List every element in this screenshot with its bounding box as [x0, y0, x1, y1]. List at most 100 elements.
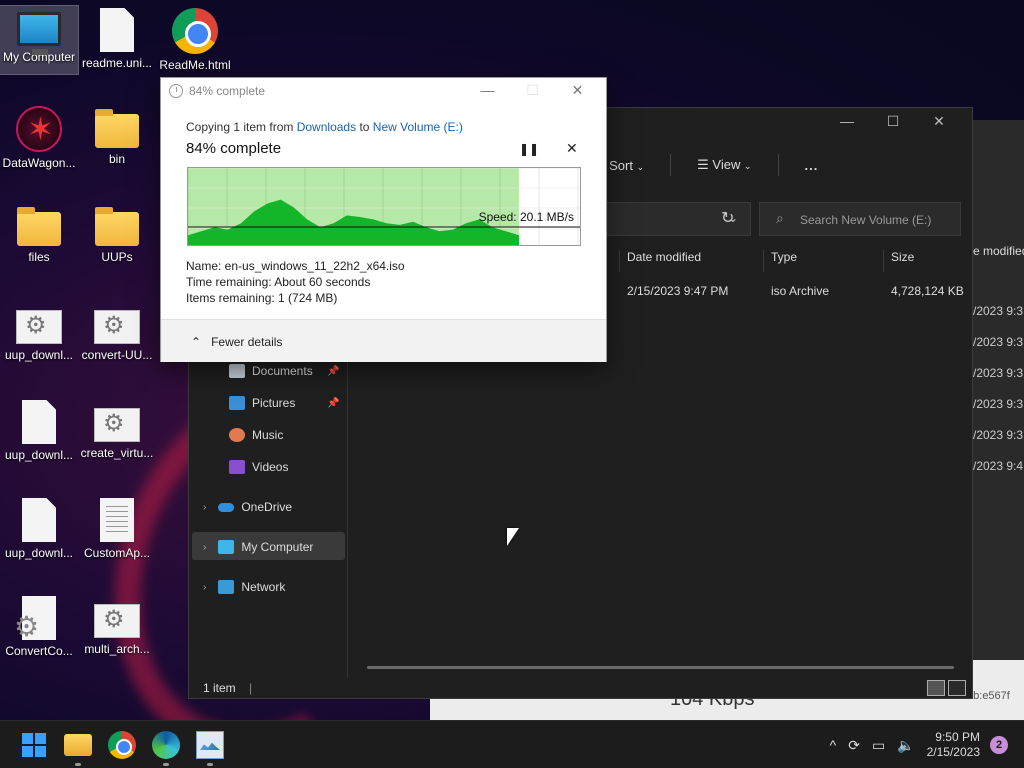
refresh-icon[interactable]: ↻: [721, 208, 734, 228]
desktop-icon-create-virtu[interactable]: create_virtu...: [78, 400, 156, 460]
desktop-icon-convert-uu[interactable]: convert-UU...: [78, 302, 156, 362]
toolbar-divider: [777, 154, 779, 176]
row-date: 2/15/2023 9:47 PM: [627, 284, 729, 298]
desktop-icon-bin[interactable]: bin: [78, 106, 156, 166]
notification-badge[interactable]: 2: [990, 736, 1008, 754]
minimize-icon[interactable]: —: [824, 113, 870, 130]
destination-link[interactable]: New Volume (E:): [373, 120, 463, 134]
monitor-app-taskbar-icon[interactable]: [196, 731, 224, 759]
fewer-details-button[interactable]: ⌃ Fewer details: [191, 335, 282, 349]
desktop-icon-my-computer[interactable]: My Computer: [0, 5, 79, 75]
search-icon: ⌕: [776, 210, 784, 226]
file-explorer-taskbar-icon[interactable]: [64, 734, 92, 756]
column-header-type[interactable]: Type: [763, 250, 883, 272]
view-button[interactable]: ☰ View ⌄: [697, 157, 751, 173]
desktop-icon-convertco[interactable]: ConvertCo...: [0, 596, 78, 658]
chrome-taskbar-icon[interactable]: [108, 731, 136, 759]
desktop-icon-label: files: [28, 250, 50, 264]
mouse-cursor: [507, 528, 519, 546]
copy-details: Name: en-us_windows_11_22h2_x64.iso Time…: [186, 258, 405, 306]
desktop-icon-customap[interactable]: CustomAp...: [78, 498, 156, 560]
chrome-icon: [172, 8, 218, 54]
source-link[interactable]: Downloads: [297, 120, 356, 134]
desktop-icon-label: create_virtu...: [80, 446, 154, 460]
nav-item-label: OneDrive: [241, 500, 293, 514]
search-placeholder: Search New Volume (E:): [800, 213, 932, 227]
chevron-right-icon[interactable]: ›: [203, 582, 206, 593]
tiles-view-icon[interactable]: [948, 680, 966, 696]
desktop-icon-label: multi_arch...: [84, 642, 150, 656]
clock-date: 2/15/2023: [926, 745, 980, 759]
pause-button[interactable]: ❚❚: [519, 142, 539, 156]
time-remaining-line: Time remaining: About 60 seconds: [186, 275, 371, 289]
desktop-icon-files[interactable]: files: [0, 204, 78, 264]
view-label: View: [712, 157, 741, 172]
minimize-icon[interactable]: —: [465, 82, 510, 99]
nav-item-onedrive[interactable]: › OneDrive: [203, 494, 292, 520]
desktop-icon-multi-arch[interactable]: multi_arch...: [78, 596, 156, 656]
file-icon: [22, 498, 56, 542]
cancel-copy-button[interactable]: ✕: [566, 140, 578, 157]
column-header-date[interactable]: Date modified: [619, 250, 763, 272]
close-icon[interactable]: ✕: [916, 113, 962, 130]
nav-item-label: Documents: [252, 364, 313, 378]
desktop-icon-uup-downl-2[interactable]: uup_downl...: [0, 400, 78, 462]
horizontal-scrollbar[interactable]: [367, 666, 954, 669]
column-headers: Date modified Type Size: [619, 250, 963, 272]
speaker-icon[interactable]: 🔈: [897, 737, 914, 754]
fewer-details-label: Fewer details: [211, 335, 283, 349]
file-name-line: Name: en-us_windows_11_22h2_x64.iso: [186, 259, 405, 273]
nav-item-label: Music: [252, 428, 284, 442]
edge-taskbar-icon[interactable]: [152, 731, 180, 759]
copy-prefix: Copying 1 item from: [186, 120, 294, 134]
table-row[interactable]: 2/15/2023 9:47 PM iso Archive 4,728,124 …: [627, 284, 981, 298]
setup-file-icon: [94, 408, 140, 442]
background-row: /2023 9:3: [973, 335, 1024, 349]
item-count: 1 item: [203, 681, 236, 695]
desktop-icon-label: CustomAp...: [83, 546, 151, 560]
start-button[interactable]: [20, 731, 48, 759]
background-window[interactable]: e modified /2023 9:3 /2023 9:3 /2023 9:3…: [973, 120, 1024, 660]
nav-item-pictures[interactable]: Pictures 📌: [229, 390, 339, 416]
desktop-icon-uup-downl-1[interactable]: uup_downl...: [0, 302, 78, 362]
desktop-icon-readme-html[interactable]: ReadMe.html: [156, 8, 234, 72]
folder-icon: [95, 207, 139, 246]
nav-item-network[interactable]: › Network: [203, 574, 285, 600]
clock[interactable]: 9:50 PM 2/15/2023: [927, 730, 980, 760]
chevron-up-icon[interactable]: ^: [830, 737, 837, 753]
more-options-button[interactable]: ...: [805, 158, 819, 173]
desktop-icon-datawagon[interactable]: DataWagon...: [0, 106, 78, 170]
maximize-icon[interactable]: ☐: [870, 113, 916, 130]
desktop-icon-uup-downl-3[interactable]: uup_downl...: [0, 498, 78, 560]
background-row: /2023 9:3: [973, 397, 1024, 411]
pane-divider[interactable]: [347, 358, 348, 678]
maximize-icon: ☐: [526, 82, 539, 98]
desktop-icon-readme-uni[interactable]: readme.uni...: [78, 8, 156, 70]
display-icon[interactable]: ▭: [872, 737, 885, 754]
view-toggle: [927, 680, 966, 696]
nav-item-label: Network: [241, 580, 286, 594]
details-view-icon[interactable]: [927, 680, 945, 696]
column-header-size[interactable]: Size: [883, 250, 963, 272]
row-size: 4,728,124 KB: [891, 284, 964, 298]
desktop-icon-label: DataWagon...: [2, 156, 76, 170]
nav-item-videos[interactable]: Videos: [229, 454, 288, 480]
desktop-icon-uups[interactable]: UUPs: [78, 204, 156, 264]
copy-progress-dialog[interactable]: 84% complete — ☐ ✕ Copying 1 item from D…: [160, 77, 607, 362]
close-icon[interactable]: ✕: [555, 82, 600, 99]
pictures-icon: [229, 396, 245, 410]
chevron-right-icon[interactable]: ›: [203, 542, 206, 553]
running-indicator: [75, 763, 81, 766]
file-icon: [22, 400, 56, 444]
dialog-title-text: 84% complete: [189, 84, 266, 98]
chevron-right-icon[interactable]: ›: [203, 502, 206, 513]
nav-item-label: Videos: [252, 460, 289, 474]
desktop-icon-label: UUPs: [101, 250, 133, 264]
sync-icon[interactable]: ⟳: [848, 737, 860, 754]
videos-icon: [229, 460, 245, 474]
nav-item-label: My Computer: [241, 540, 314, 554]
nav-item-music[interactable]: Music: [229, 422, 283, 448]
background-row: /2023 9:3: [973, 428, 1024, 442]
search-input[interactable]: ⌕ Search New Volume (E:): [759, 202, 961, 236]
nav-item-my-computer[interactable]: › My Computer: [203, 534, 313, 560]
